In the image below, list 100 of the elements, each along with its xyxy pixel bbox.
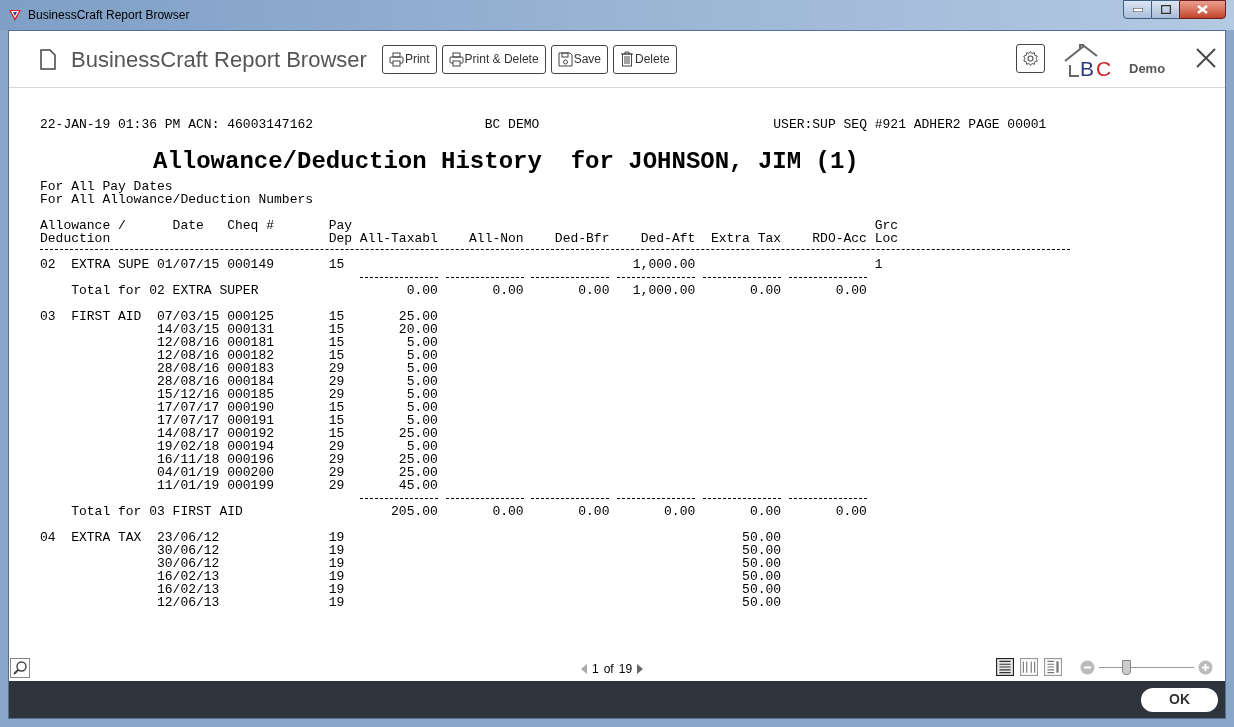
table-cell: FIRST AID xyxy=(71,309,142,324)
double-page-view-icon[interactable] xyxy=(1020,658,1038,676)
logo-caption: Demo xyxy=(1129,60,1166,78)
table-cell: EXTRA TAX xyxy=(71,530,142,545)
table-cell: 23/06/12 xyxy=(157,530,220,545)
table-cell: 29 xyxy=(328,452,345,467)
table-cell: 15 xyxy=(328,322,345,337)
save-button[interactable]: Save xyxy=(550,44,608,74)
close-icon xyxy=(1196,48,1216,68)
zoom-slider[interactable] xyxy=(1099,660,1194,675)
total-cell: 0.00 xyxy=(492,504,524,519)
table-cell: 000194 xyxy=(227,439,275,454)
table-cell: 25.00 xyxy=(398,452,438,467)
table-cell: 19/02/18 xyxy=(157,439,220,454)
filter-text: For All Pay Dates xyxy=(40,180,173,193)
total-cell: 0.00 xyxy=(406,283,438,298)
table-cell: 29 xyxy=(328,478,345,493)
table-cell: 01/07/15 xyxy=(157,257,220,272)
column-header: Ded-Bfr xyxy=(554,232,610,245)
table-cell: 5.00 xyxy=(406,374,438,389)
slider-thumb[interactable] xyxy=(1122,660,1132,675)
column-header: RDO-Acc xyxy=(812,232,867,245)
table-cell: 19 xyxy=(328,595,345,610)
table-cell: 16/11/18 xyxy=(157,452,220,467)
report-title: Allowance/Deduction History for JOHNSON, JIM (1) xyxy=(153,149,859,175)
table-cell: 5.00 xyxy=(406,387,438,402)
table-cell: 000199 xyxy=(227,478,275,493)
table-cell: 29 xyxy=(328,361,345,376)
total-cell: 0.00 xyxy=(749,283,782,298)
total-cell: 1,000.00 xyxy=(632,283,696,298)
table-cell: 5.00 xyxy=(406,413,438,428)
table-cell: 15 xyxy=(328,413,345,428)
report-header-text: BC DEMO xyxy=(484,118,540,131)
table-cell: 15 xyxy=(328,335,345,350)
side-page-view-icon[interactable] xyxy=(1044,658,1062,676)
single-page-view-icon[interactable] xyxy=(996,658,1014,676)
maximize-button[interactable] xyxy=(1152,0,1179,19)
printer-icon xyxy=(388,51,404,67)
table-cell: 000185 xyxy=(227,387,275,402)
print-button[interactable]: Print xyxy=(381,44,437,74)
table-cell: 17/07/17 xyxy=(157,400,220,415)
table-cell: EXTRA SUPE xyxy=(71,257,150,272)
table-cell: 000131 xyxy=(227,322,275,337)
table-cell: 02 xyxy=(40,257,56,272)
table-cell: 14/08/17 xyxy=(157,426,220,441)
table-cell: 50.00 xyxy=(742,543,782,558)
report-header-text: USER:SUP SEQ #921 ADHER2 PAGE 00001 xyxy=(773,118,1047,131)
next-page-icon[interactable] xyxy=(637,664,644,674)
restore-icon xyxy=(1160,5,1171,14)
table-cell: 29 xyxy=(328,465,345,480)
window-title: BusinessCraft Report Browser xyxy=(28,7,190,24)
table-cell: 50.00 xyxy=(742,569,782,584)
table-cell: 29 xyxy=(328,439,345,454)
document-icon xyxy=(40,48,56,70)
table-cell: 11/01/19 xyxy=(157,478,220,493)
print-button[interactable]: Print & Delete xyxy=(441,44,546,74)
table-cell: 000192 xyxy=(227,426,275,441)
minimize-icon xyxy=(1132,7,1143,12)
table-cell: 04/01/19 xyxy=(157,465,220,480)
total-cell: 0.00 xyxy=(749,504,782,519)
total-cell: 0.00 xyxy=(664,504,696,519)
column-header: Extra Tax xyxy=(710,232,782,245)
filter-text: For All Allowance/Deduction Numbers xyxy=(40,193,314,206)
table-cell: 30/06/12 xyxy=(157,543,220,558)
table-cell: 19 xyxy=(328,569,345,584)
table-cell: 50.00 xyxy=(742,556,782,571)
table-cell: 15/12/16 xyxy=(157,387,220,402)
page-count: 19 xyxy=(618,661,633,678)
search-button[interactable] xyxy=(10,658,30,678)
table-cell: 14/03/15 xyxy=(157,322,220,337)
column-header: Cheq # xyxy=(227,219,275,232)
settings-button[interactable] xyxy=(1016,44,1045,73)
column-header: Ded-Aft xyxy=(640,232,696,245)
delete-button[interactable]: Delete xyxy=(613,44,677,74)
column-header: All-Non xyxy=(469,232,524,245)
table-cell: 12/08/16 xyxy=(157,348,220,363)
close-button[interactable] xyxy=(1194,46,1218,70)
table-cell: 000184 xyxy=(227,374,275,389)
table-cell: 000191 xyxy=(227,413,275,428)
table-cell: 28/08/16 xyxy=(157,361,220,376)
close-button[interactable] xyxy=(1179,0,1226,19)
house-logo: BC xyxy=(1064,41,1121,78)
app-title: BusinessCraft Report Browser xyxy=(71,45,367,74)
table-cell: 19 xyxy=(328,530,345,545)
table-cell: 50.00 xyxy=(742,595,782,610)
table-cell: 000182 xyxy=(227,348,275,363)
table-cell: 5.00 xyxy=(406,335,438,350)
minimize-button[interactable] xyxy=(1123,0,1152,19)
column-header: All-Taxabl xyxy=(359,232,438,245)
ok-button[interactable]: OK xyxy=(1141,687,1218,712)
table-cell: 03 xyxy=(40,309,56,324)
table-cell: 25.00 xyxy=(398,309,438,324)
table-cell: 17/07/17 xyxy=(157,413,220,428)
table-cell: 50.00 xyxy=(742,582,782,597)
column-header: Allowance / Deduction xyxy=(40,219,126,245)
table-cell: 5.00 xyxy=(406,400,438,415)
table-cell: 000149 xyxy=(227,257,275,272)
table-cell: 16/02/13 xyxy=(157,569,220,584)
trash-icon xyxy=(620,51,634,67)
table-cell: 5.00 xyxy=(406,348,438,363)
